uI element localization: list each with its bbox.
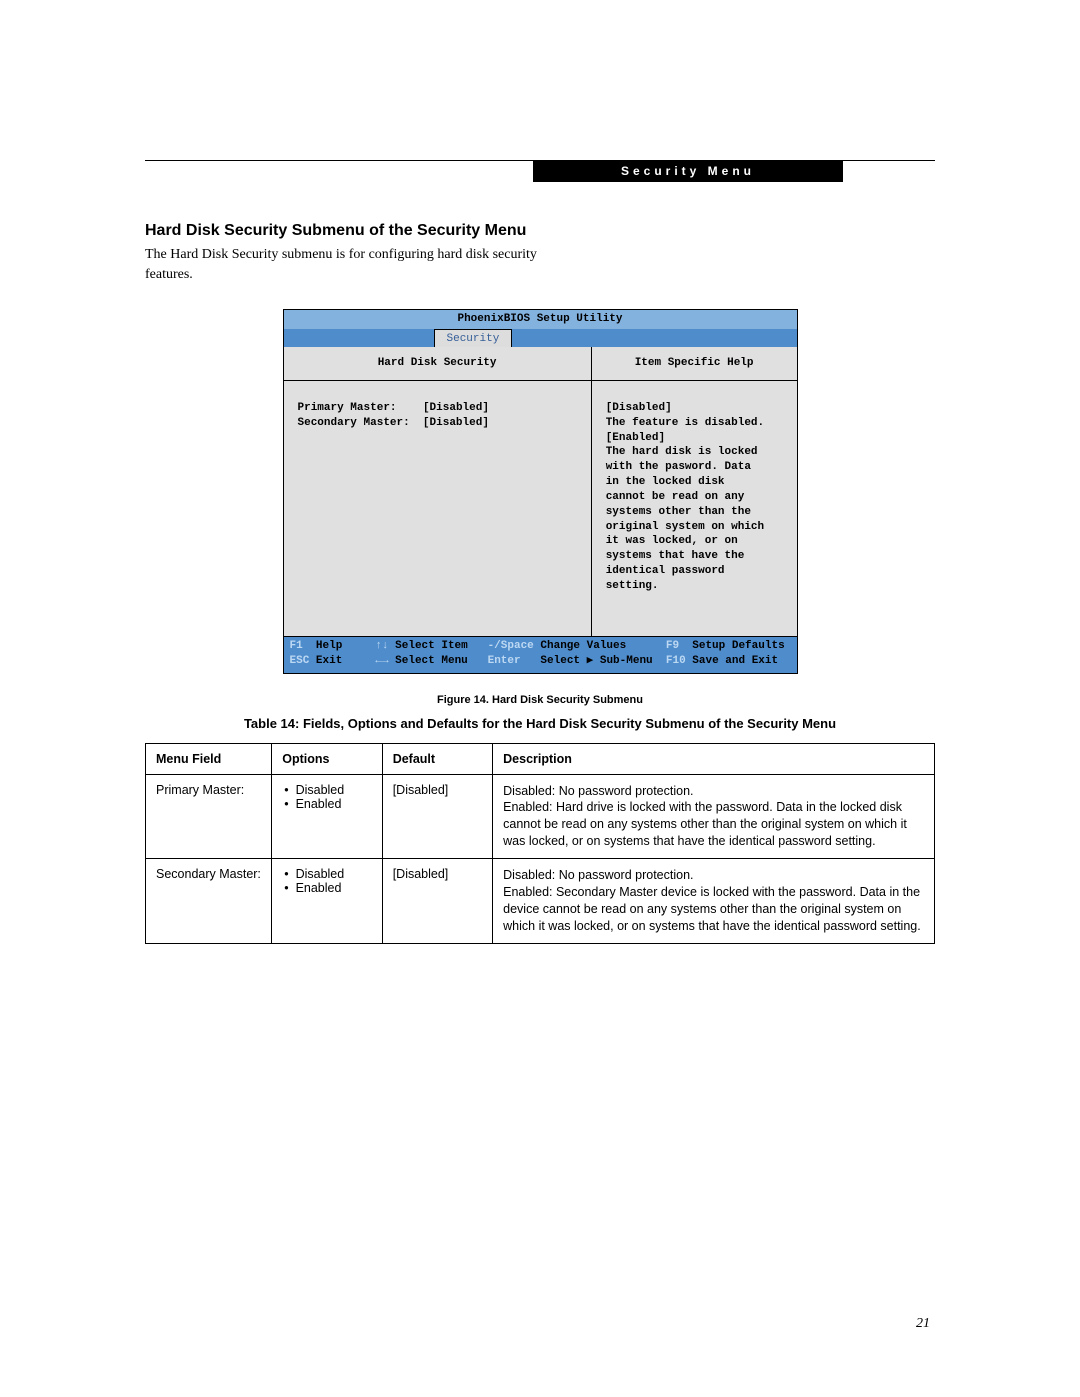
- table-header-row: Menu Field Options Default Description: [146, 743, 935, 774]
- help-line: in the locked disk: [606, 475, 787, 490]
- table-row: Secondary Master: • Disabled • Enabled […: [146, 859, 935, 944]
- cell-description: Disabled: No password protection.Enabled…: [493, 859, 935, 944]
- cell-options: • Disabled • Enabled: [272, 859, 382, 944]
- bios-body: Hard Disk Security Primary Master: [Disa…: [283, 347, 798, 636]
- bios-title: PhoenixBIOS Setup Utility: [283, 309, 798, 329]
- table-caption: Table 14: Fields, Options and Defaults f…: [145, 716, 935, 731]
- th-default: Default: [382, 743, 492, 774]
- help-line: it was locked, or on: [606, 534, 787, 549]
- document-page: Security Menu Hard Disk Security Submenu…: [0, 0, 1080, 1397]
- help-line: original system on which: [606, 520, 787, 535]
- help-line: with the pasword. Data: [606, 460, 787, 475]
- bios-field-value: [Disabled]: [423, 402, 489, 414]
- help-line: The hard disk is locked: [606, 445, 787, 460]
- option-item: • Disabled: [282, 867, 371, 881]
- option-item: • Enabled: [282, 797, 371, 811]
- cell-menu-field: Primary Master:: [146, 774, 272, 859]
- bios-tab-bar: Security: [283, 329, 798, 347]
- bios-help-text: [Disabled] The feature is disabled. [Ena…: [592, 381, 797, 636]
- bios-left-panel: Hard Disk Security Primary Master: [Disa…: [284, 347, 592, 636]
- th-description: Description: [493, 743, 935, 774]
- cell-description: Disabled: No password protection.Enabled…: [493, 774, 935, 859]
- cell-default: [Disabled]: [382, 859, 492, 944]
- help-line: The feature is disabled.: [606, 416, 787, 431]
- help-line: identical password: [606, 564, 787, 579]
- figure-caption: Figure 14. Hard Disk Security Submenu: [145, 694, 935, 706]
- bios-field-list: Primary Master: [Disabled] Secondary Mas…: [284, 381, 591, 636]
- th-options: Options: [272, 743, 382, 774]
- page-number: 21: [916, 1316, 930, 1332]
- bios-field-label: Primary Master:: [298, 402, 397, 414]
- bios-field-value: [Disabled]: [423, 417, 489, 429]
- cell-menu-field: Secondary Master:: [146, 859, 272, 944]
- th-menu-field: Menu Field: [146, 743, 272, 774]
- help-line: systems that have the: [606, 549, 787, 564]
- cell-default: [Disabled]: [382, 774, 492, 859]
- bios-screenshot: PhoenixBIOS Setup Utility Security Hard …: [283, 309, 798, 673]
- help-line: [Disabled]: [606, 401, 787, 416]
- table-row: Primary Master: • Disabled • Enabled [Di…: [146, 774, 935, 859]
- help-line: setting.: [606, 579, 787, 594]
- header-bar: Security Menu: [533, 160, 843, 182]
- option-item: • Disabled: [282, 783, 371, 797]
- cell-options: • Disabled • Enabled: [272, 774, 382, 859]
- bios-help-title: Item Specific Help: [592, 347, 797, 381]
- help-line: [Enabled]: [606, 431, 787, 446]
- bios-footer-row: ESC Exit ←→ Select Menu Enter Select ▶ S…: [290, 654, 791, 669]
- bios-field-label: Secondary Master:: [298, 417, 410, 429]
- bios-tab-security: Security: [434, 329, 513, 347]
- intro-text: The Hard Disk Security submenu is for co…: [145, 245, 545, 284]
- bios-footer-row: F1 Help ↑↓ Select Item -/Space Change Va…: [290, 639, 791, 654]
- help-line: cannot be read on any: [606, 490, 787, 505]
- option-item: • Enabled: [282, 881, 371, 895]
- options-table: Menu Field Options Default Description P…: [145, 743, 935, 944]
- bios-help-panel: Item Specific Help [Disabled] The featur…: [592, 347, 797, 636]
- help-line: systems other than the: [606, 505, 787, 520]
- section-title: Hard Disk Security Submenu of the Securi…: [145, 222, 935, 240]
- bios-footer: F1 Help ↑↓ Select Item -/Space Change Va…: [283, 636, 798, 674]
- bios-submenu-title: Hard Disk Security: [284, 347, 591, 381]
